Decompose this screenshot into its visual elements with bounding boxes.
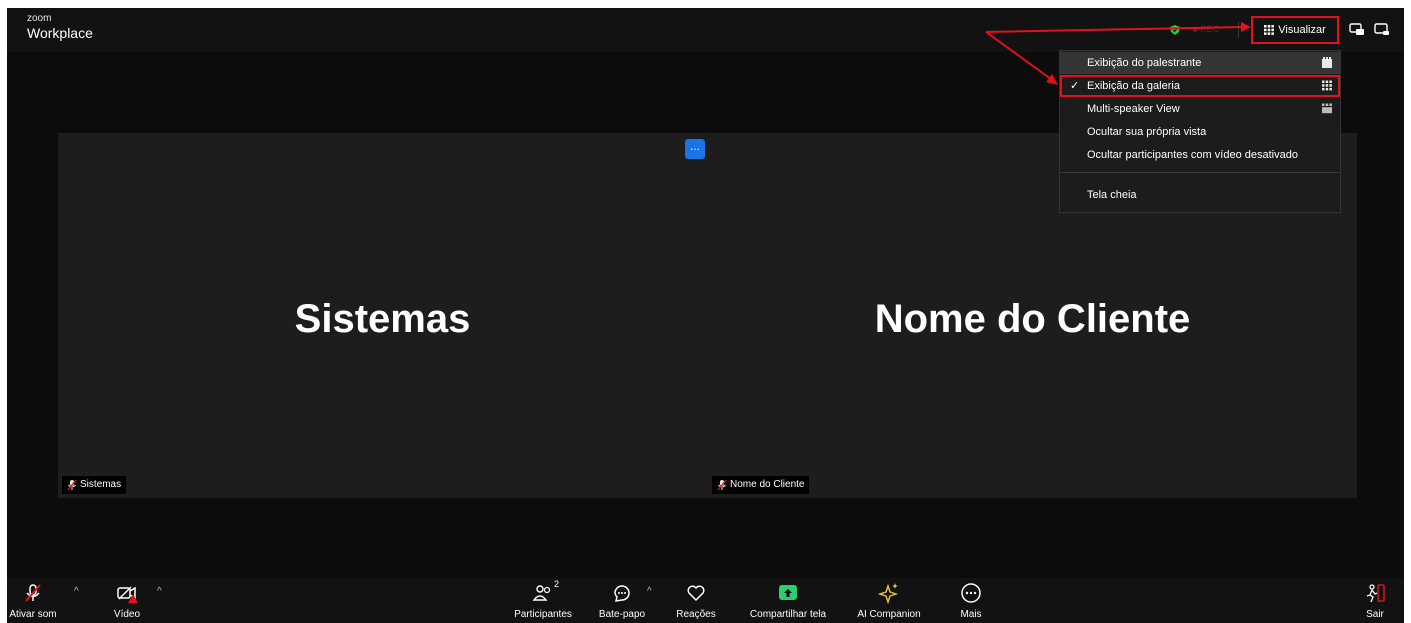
video-options-caret-icon[interactable]: ^ <box>157 586 162 597</box>
menu-item-fullscreen[interactable]: Tela cheia <box>1060 184 1340 206</box>
menu-item-label: Ocultar sua própria vista <box>1087 126 1207 138</box>
logo-small-text: zoom <box>27 13 52 24</box>
participant-tile[interactable]: Sistemas Sistemas ... <box>58 133 707 498</box>
mic-muted-icon <box>67 479 77 491</box>
recording-indicator: REC <box>1193 24 1219 34</box>
gallery-grid-icon <box>1322 80 1332 91</box>
minimize-icon[interactable] <box>1374 23 1390 37</box>
toolbar-label: Sair <box>1366 609 1384 620</box>
share-screen-icon <box>779 585 797 600</box>
video-button[interactable]: Vídeo <box>105 578 149 623</box>
meeting-toolbar: Ativar som ^ Vídeo ^ 2 Participantes Bat… <box>7 578 1404 623</box>
chat-options-caret-icon[interactable]: ^ <box>647 586 652 597</box>
toolbar-label: Reações <box>676 609 716 620</box>
rec-label: REC <box>1200 24 1220 34</box>
mic-muted-icon <box>717 479 727 491</box>
menu-item-gallery-view[interactable]: ✓ Exibição da galeria <box>1060 75 1340 97</box>
chat-icon <box>614 585 630 602</box>
share-screen-button[interactable]: Compartilhar tela <box>740 578 836 623</box>
annotation-arrowhead <box>1046 74 1058 85</box>
leave-button[interactable]: Sair <box>1357 578 1393 623</box>
more-button[interactable]: Mais <box>949 578 993 623</box>
menu-item-multi-speaker-view[interactable]: Multi-speaker View <box>1060 98 1340 120</box>
more-icon <box>961 583 981 603</box>
toolbar-label: Compartilhar tela <box>749 609 827 620</box>
menu-item-label: Tela cheia <box>1087 189 1137 201</box>
multi-speaker-icon <box>1322 103 1332 114</box>
toolbar-label: AI Companion <box>857 609 921 620</box>
menu-divider <box>1060 172 1340 173</box>
participant-display-name: Sistemas <box>294 297 471 341</box>
leave-icon <box>1366 584 1385 603</box>
menu-item-label: Exibição da galeria <box>1087 80 1180 92</box>
check-icon: ✓ <box>1070 80 1080 92</box>
shield-icon[interactable] <box>1170 25 1180 35</box>
participant-name-label: Nome do Cliente <box>712 476 810 494</box>
menu-item-label: Ocultar participantes com vídeo desativa… <box>1087 149 1298 161</box>
chat-button[interactable]: Bate-papo <box>592 578 652 623</box>
top-bar: zoom Workplace REC Visualizar <box>7 8 1404 52</box>
view-dropdown-menu: Exibição do palestrante ✓ Exibição da ga… <box>1059 50 1341 213</box>
toolbar-label: Bate-papo <box>598 609 646 620</box>
unmute-button[interactable]: Ativar som <box>7 578 59 623</box>
participant-label-text: Nome do Cliente <box>730 479 805 490</box>
tile-more-button[interactable]: ... <box>685 139 705 159</box>
toolbar-label: Mais <box>960 609 982 620</box>
mic-muted-icon <box>25 584 41 602</box>
participant-label-text: Sistemas <box>80 479 122 490</box>
toolbar-label: Vídeo <box>113 609 141 620</box>
menu-item-label: Exibição do palestrante <box>1087 57 1202 69</box>
grid-icon <box>1264 25 1275 35</box>
toolbar-label: Participantes <box>514 609 572 620</box>
view-button-label: Visualizar <box>1278 24 1326 36</box>
participants-icon <box>532 585 551 601</box>
heart-icon <box>687 585 705 602</box>
audio-options-caret-icon[interactable]: ^ <box>74 586 79 597</box>
video-off-icon <box>117 586 138 603</box>
menu-item-speaker-view[interactable]: Exibição do palestrante <box>1060 52 1340 74</box>
speaker-layout-icon[interactable] <box>1349 23 1365 37</box>
speaker-view-icon <box>1322 57 1332 68</box>
menu-item-hide-non-video[interactable]: Ocultar participantes com vídeo desativa… <box>1060 144 1340 166</box>
rec-dot-icon <box>1193 27 1197 32</box>
toolbar-label: Ativar som <box>9 609 57 620</box>
participants-button[interactable]: 2 Participantes <box>507 578 579 623</box>
view-button[interactable]: Visualizar <box>1251 16 1339 44</box>
logo-product-text: Workplace <box>27 25 93 41</box>
participants-count: 2 <box>554 579 560 589</box>
participant-display-name: Nome do Cliente <box>874 297 1191 341</box>
reactions-button[interactable]: Reações <box>670 578 722 623</box>
ai-sparkle-icon <box>878 583 899 604</box>
menu-item-label: Multi-speaker View <box>1087 103 1180 115</box>
ai-companion-button[interactable]: AI Companion <box>845 578 933 623</box>
zoom-meeting-window: zoom Workplace REC Visualizar Sistemas S… <box>7 8 1404 623</box>
menu-item-hide-self-view[interactable]: Ocultar sua própria vista <box>1060 121 1340 143</box>
divider <box>1238 22 1239 38</box>
participant-name-label: Sistemas <box>62 476 127 494</box>
